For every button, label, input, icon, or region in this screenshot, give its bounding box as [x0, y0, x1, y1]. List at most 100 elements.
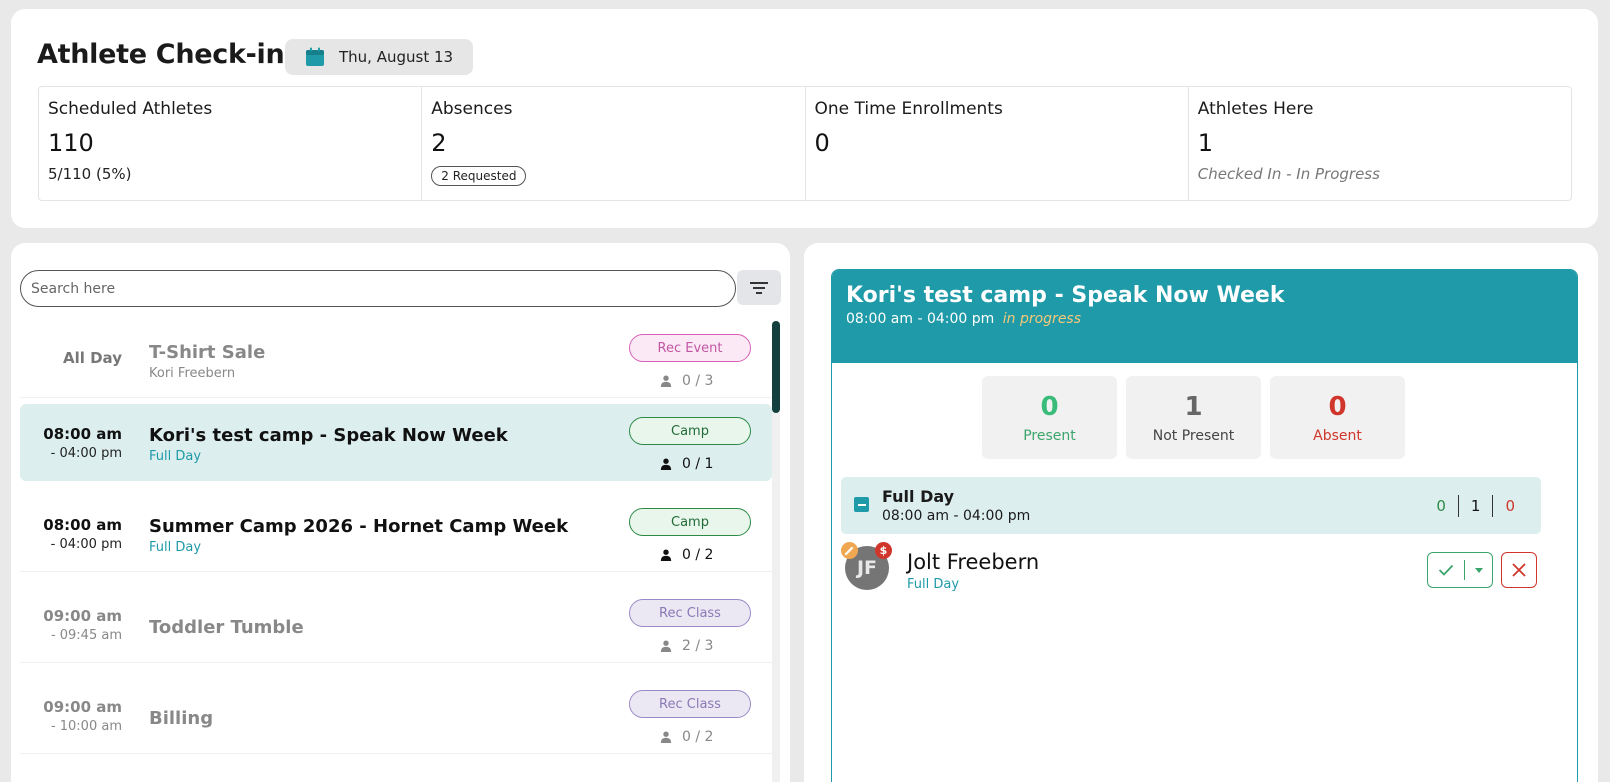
event-start: 08:00 am [43, 425, 122, 443]
stat-value: 1 [1197, 129, 1214, 157]
calendar-icon [306, 47, 324, 66]
tile-value: 0 [1328, 392, 1347, 422]
event-type-badge: Rec Class [629, 690, 751, 718]
event-count-value: 0 / 1 [682, 456, 714, 472]
payment-due-badge: $ [875, 542, 892, 559]
event-end: - 09:45 am [50, 628, 122, 643]
stat-absences[interactable]: Absences 2 2 Requested [422, 87, 806, 200]
event-detail-card: Kori's test camp - Speak Now Week 08:00 … [804, 243, 1598, 782]
filter-icon [750, 281, 768, 294]
event-row[interactable]: 08:00 am - 04:00 pm Summer Camp 2026 - H… [20, 495, 772, 572]
person-icon [660, 640, 672, 652]
attendance-tiles: 0 Present 1 Not Present 0 Absent [982, 376, 1405, 459]
person-icon [660, 549, 672, 561]
person-icon [660, 458, 672, 470]
event-title: Summer Camp 2026 - Hornet Camp Week [149, 516, 569, 537]
event-start: 09:00 am [43, 698, 122, 716]
event-row[interactable]: 09:00 am - 09:45 am Toddler Tumble Rec C… [20, 586, 772, 663]
pencil-badge-icon [841, 542, 858, 559]
event-detail-time-row: 08:00 am - 04:00 pm in progress [846, 311, 1565, 327]
event-list-card: Search here All Day T-Shirt Sale Kori Fr… [11, 243, 790, 782]
event-detail-panel: Kori's test camp - Speak Now Week 08:00 … [831, 269, 1578, 782]
date-picker-button[interactable]: Thu, August 13 [285, 39, 473, 75]
event-type-badge: Camp [629, 417, 751, 445]
event-end: - 04:00 pm [50, 446, 122, 461]
event-sub: Full Day [149, 449, 202, 464]
stat-sub: 5/110 (5%) [48, 165, 132, 183]
event-time: 09:00 am - 10:00 am [43, 698, 122, 734]
event-time: 08:00 am - 04:00 pm [43, 425, 122, 461]
chevron-down-icon[interactable] [1465, 567, 1492, 573]
tile-absent[interactable]: 0 Absent [1270, 376, 1405, 459]
tile-present[interactable]: 0 Present [982, 376, 1117, 459]
event-count: 0 / 1 [660, 456, 713, 472]
athlete-name[interactable]: Jolt Freebern [907, 550, 1039, 574]
tile-not-present[interactable]: 1 Not Present [1126, 376, 1261, 459]
event-count-value: 2 / 3 [682, 638, 714, 654]
stat-scheduled-athletes[interactable]: Scheduled Athletes 110 5/110 (5%) [39, 87, 423, 200]
tile-label: Absent [1313, 428, 1362, 444]
person-icon [660, 375, 672, 387]
event-title: Toddler Tumble [149, 617, 304, 638]
event-start: 09:00 am [43, 607, 122, 625]
page-title: Athlete Check-in [37, 39, 285, 70]
check-in-button[interactable] [1427, 552, 1493, 588]
close-icon [1512, 563, 1526, 577]
event-row[interactable]: 09:00 am - 10:00 am Billing Rec Class 0 … [20, 677, 772, 754]
event-count-value: 0 / 2 [682, 547, 714, 563]
group-name: Full Day [882, 487, 955, 506]
event-start: 08:00 am [43, 516, 122, 534]
event-time: All Day [62, 349, 122, 367]
stat-athletes-here[interactable]: Athletes Here 1 Checked In - In Progress [1189, 87, 1571, 200]
group-present-count: 0 [1436, 497, 1446, 515]
list-scrollbar[interactable] [772, 321, 780, 782]
group-collapse-checkbox[interactable] [854, 497, 869, 512]
stats-bar: Scheduled Athletes 110 5/110 (5%) Absenc… [38, 86, 1572, 201]
tile-value: 1 [1184, 392, 1203, 422]
event-title: T-Shirt Sale [149, 342, 266, 363]
stat-one-time-enrollments[interactable]: One Time Enrollments 0 [806, 87, 1189, 200]
requested-badge[interactable]: 2 Requested [431, 166, 527, 186]
group-counts: 0 1 0 [1424, 495, 1527, 517]
event-detail-header: Kori's test camp - Speak Now Week 08:00 … [832, 270, 1577, 363]
event-row[interactable]: All Day T-Shirt Sale Kori Freebern Rec E… [20, 321, 772, 398]
stat-value: 110 [48, 129, 94, 157]
search-input[interactable]: Search here [20, 270, 736, 307]
event-list: All Day T-Shirt Sale Kori Freebern Rec E… [20, 321, 772, 782]
event-type-badge: Rec Event [629, 334, 751, 362]
stat-label: Athletes Here [1197, 99, 1314, 119]
athlete-session: Full Day [907, 577, 960, 592]
stat-label: Scheduled Athletes [48, 99, 213, 119]
event-type-badge: Camp [629, 508, 751, 536]
event-sub: Full Day [149, 540, 202, 555]
group-absent-count: 0 [1505, 497, 1515, 515]
event-title: Kori's test camp - Speak Now Week [149, 425, 508, 446]
event-sub: Kori Freebern [149, 366, 236, 381]
tile-label: Present [1023, 428, 1076, 444]
event-count-value: 0 / 2 [682, 729, 714, 745]
person-icon [660, 731, 672, 743]
stat-value: 0 [814, 129, 830, 157]
header-card: Athlete Check-in Thu, August 13 Schedule… [11, 9, 1598, 228]
check-icon[interactable] [1428, 560, 1465, 580]
athlete-row[interactable]: JF $ Jolt Freebern Full Day [841, 542, 1545, 596]
stat-value: 2 [431, 129, 447, 157]
mark-absent-button[interactable] [1501, 552, 1537, 588]
event-count-value: 0 / 3 [682, 373, 714, 389]
date-label: Thu, August 13 [339, 48, 454, 66]
event-count: 0 / 2 [660, 729, 713, 745]
scroll-thumb[interactable] [772, 321, 780, 413]
filter-button[interactable] [737, 270, 781, 305]
tile-label: Not Present [1152, 428, 1235, 444]
stat-sub: Checked In - In Progress [1197, 165, 1380, 183]
event-count: 0 / 2 [660, 547, 713, 563]
event-detail-title: Kori's test camp - Speak Now Week [846, 283, 1285, 308]
event-time: 08:00 am - 04:00 pm [43, 516, 122, 552]
stat-label: One Time Enrollments [814, 99, 1003, 119]
group-time: 08:00 am - 04:00 pm [882, 508, 1031, 524]
stat-label: Absences [431, 99, 513, 119]
event-status: in progress [1002, 311, 1082, 327]
event-row-selected[interactable]: 08:00 am - 04:00 pm Kori's test camp - S… [20, 404, 772, 481]
session-group-row[interactable]: Full Day 08:00 am - 04:00 pm 0 1 0 [841, 477, 1541, 534]
event-end: - 10:00 am [50, 719, 122, 734]
